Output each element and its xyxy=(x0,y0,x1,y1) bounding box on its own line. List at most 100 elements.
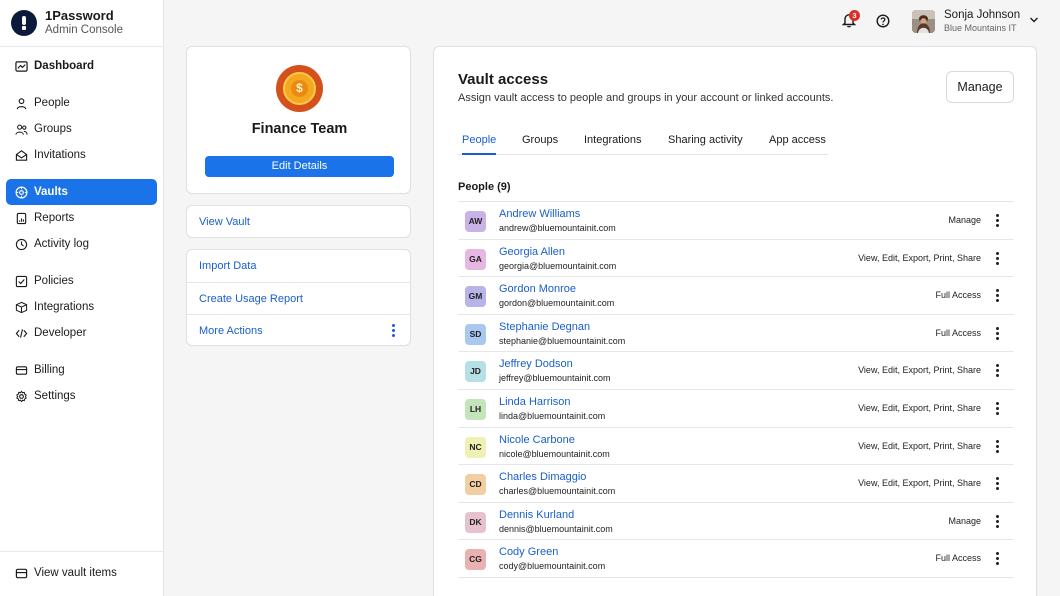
create-usage-report-link[interactable]: Create Usage Report xyxy=(187,282,410,314)
view-vault-link[interactable]: View Vault xyxy=(187,206,410,238)
person-name-link[interactable]: Stephanie Degnan xyxy=(499,321,590,333)
person-name-link[interactable]: Jeffrey Dodson xyxy=(499,358,573,370)
person-initials-avatar: DK xyxy=(465,511,486,533)
gear-icon xyxy=(15,390,28,403)
table-row[interactable]: LH Linda Harrison linda@bluemountainit.com… xyxy=(458,390,1014,428)
import-data-link[interactable]: Import Data xyxy=(187,250,410,282)
sidebar-item-label: Policies xyxy=(34,275,74,287)
person-access-level: View, Edit, Export, Print, Share xyxy=(858,402,981,413)
sidebar-item-label: Developer xyxy=(34,327,87,339)
sidebar-item-label: Settings xyxy=(34,390,76,402)
tab-groups[interactable]: Groups xyxy=(522,127,558,155)
sidebar-item-label: Billing xyxy=(34,364,65,376)
person-name-link[interactable]: Charles Dimaggio xyxy=(499,471,586,483)
person-name-link[interactable]: Dennis Kurland xyxy=(499,509,574,521)
manage-button[interactable]: Manage xyxy=(946,71,1014,103)
notification-badge: 3 xyxy=(849,10,860,21)
card-icon xyxy=(15,364,28,377)
table-row[interactable]: AW Andrew Williams andrew@bluemountainit.c… xyxy=(458,202,1014,240)
people-heading: People (9) xyxy=(458,181,511,193)
team-name: Finance Team xyxy=(251,121,348,137)
person-initials-avatar: NC xyxy=(465,436,486,458)
person-email: dennis@bluemountainit.com xyxy=(499,523,613,534)
person-initials-avatar: GA xyxy=(465,248,486,270)
person-access-level: Manage xyxy=(948,215,981,225)
sidebar-item-dashboard[interactable]: Dashboard xyxy=(6,53,157,79)
tab-integrations[interactable]: Integrations xyxy=(584,127,641,155)
sidebar-item-policies[interactable]: Policies xyxy=(6,268,157,294)
person-name-link[interactable]: Nicole Carbone xyxy=(499,434,575,446)
sidebar-item-vaults[interactable]: Vaults xyxy=(6,179,157,205)
person-initials-avatar: LH xyxy=(465,398,486,420)
person-initials-avatar: SD xyxy=(465,323,486,345)
person-name-link[interactable]: Linda Harrison xyxy=(499,396,571,408)
more-vertical-icon[interactable] xyxy=(996,364,1000,378)
sidebar-item-label: Invitations xyxy=(34,149,86,161)
avatar[interactable] xyxy=(912,10,935,33)
person-name-link[interactable]: Cody Green xyxy=(499,546,558,558)
sidebar-item-label: Integrations xyxy=(34,301,95,313)
sidebar-item-groups[interactable]: Groups xyxy=(6,116,157,142)
edit-details-button[interactable]: Edit Details xyxy=(205,156,394,177)
sidebar-item-settings[interactable]: Settings xyxy=(6,383,157,409)
brand[interactable]: 1Password Admin Console xyxy=(0,0,163,47)
more-vertical-icon[interactable] xyxy=(996,477,1000,491)
more-vertical-icon[interactable] xyxy=(996,401,1000,416)
sidebar-item-label: Activity log xyxy=(34,238,89,250)
person-name-link[interactable]: Andrew Williams xyxy=(499,208,580,220)
sidebar-item-label: Vaults xyxy=(34,186,68,198)
table-row[interactable]: CG Cody Green cody@bluemountainit.com Full … xyxy=(458,540,1014,578)
more-vertical-icon[interactable] xyxy=(996,251,1000,266)
more-actions-link[interactable]: More Actions xyxy=(187,314,410,346)
tab-people[interactable]: People xyxy=(462,127,497,155)
user-name[interactable]: Sonja Johnson xyxy=(944,9,1020,21)
sidebar-item-integrations[interactable]: Integrations xyxy=(6,294,157,320)
table-row[interactable]: GM Gordon Monroe gordon@bluemountainit.com… xyxy=(458,277,1014,315)
person-initials-avatar: GM xyxy=(465,286,486,308)
sidebar-item-label: Dashboard xyxy=(34,60,95,72)
clock-icon xyxy=(15,238,28,251)
table-row[interactable]: CD Charles Dimaggio charles@bluemountainit… xyxy=(458,465,1014,503)
table-row[interactable]: JD Jeffrey Dodson jeffrey@bluemountainit.c… xyxy=(458,352,1014,390)
table-row[interactable]: SD Stephanie Degnan stephanie@bluemountain… xyxy=(458,315,1014,353)
view-vault-items-button[interactable]: View vault items xyxy=(6,560,157,586)
tab-sharing-activity[interactable]: Sharing activity xyxy=(668,127,743,155)
sidebar-item-invitations[interactable]: Invitations xyxy=(6,142,157,168)
vault-access-title: Vault access xyxy=(458,71,549,88)
view-vault-card: View Vault xyxy=(186,205,411,238)
more-vertical-icon[interactable] xyxy=(996,326,1000,341)
person-email: charles@bluemountainit.com xyxy=(499,486,616,497)
chevron-down-icon[interactable] xyxy=(1029,15,1039,25)
person-email: stephanie@bluemountainit.com xyxy=(499,335,626,346)
table-row[interactable]: GA Georgia Allen georgia@bluemountainit.co… xyxy=(458,240,1014,278)
person-access-level: View, Edit, Export, Print, Share xyxy=(858,440,981,451)
1password-logo-icon xyxy=(11,10,37,36)
person-initials-avatar: AW xyxy=(465,211,486,232)
more-vertical-icon[interactable] xyxy=(996,439,1000,454)
more-vertical-icon[interactable] xyxy=(996,514,1000,529)
sidebar-item-developer[interactable]: Developer xyxy=(6,320,157,346)
tab-app-access[interactable]: App access xyxy=(769,127,826,155)
more-vertical-icon[interactable] xyxy=(996,214,1000,228)
person-name-link[interactable]: Georgia Allen xyxy=(499,246,565,258)
sidebar-item-billing[interactable]: Billing xyxy=(6,357,157,383)
person-email: jeffrey@bluemountainit.com xyxy=(499,373,611,384)
more-vertical-icon[interactable] xyxy=(392,324,396,338)
brand-subtitle: Admin Console xyxy=(45,24,123,36)
person-name-link[interactable]: Gordon Monroe xyxy=(499,283,576,295)
sidebar-item-people[interactable]: People xyxy=(6,90,157,116)
table-row[interactable]: DK Dennis Kurland dennis@bluemountainit.co… xyxy=(458,503,1014,541)
table-row[interactable]: NC Nicole Carbone nicole@bluemountainit.co… xyxy=(458,428,1014,466)
sidebar-footer: View vault items xyxy=(0,551,163,596)
vault-access-card: Vault access Assign vault access to peop… xyxy=(433,46,1037,596)
more-vertical-icon[interactable] xyxy=(996,289,1000,303)
sidebar-item-reports[interactable]: Reports xyxy=(6,205,157,231)
code-icon xyxy=(15,327,28,340)
vault-access-subtitle: Assign vault access to people and groups… xyxy=(458,92,834,104)
help-icon[interactable] xyxy=(876,14,890,28)
vault-icon xyxy=(15,186,28,199)
report-icon xyxy=(15,212,28,225)
actions-card: Import Data Create Usage Report More Act… xyxy=(186,249,411,346)
sidebar-item-activity-log[interactable]: Activity log xyxy=(6,231,157,257)
more-vertical-icon[interactable] xyxy=(996,552,1000,566)
